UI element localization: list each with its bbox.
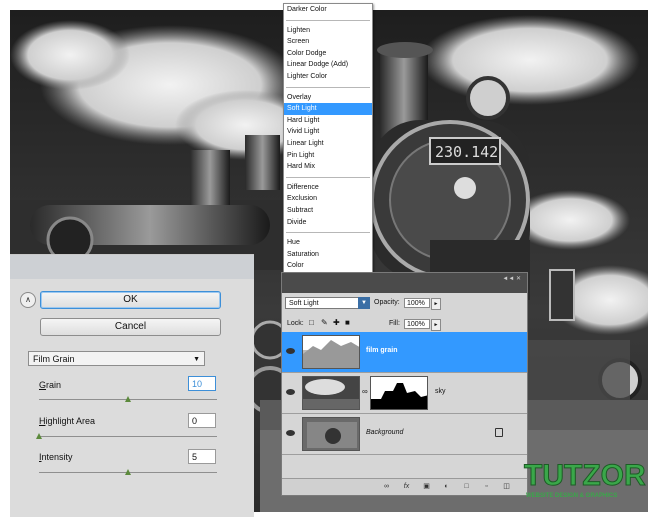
panel-menu-icon[interactable]: ◄◄ ✕ (502, 275, 521, 282)
layers-footer: ∞ fx ▣ ◐ □ ▫ ◫ (282, 478, 527, 495)
lock-transparency-icon[interactable]: □ (309, 318, 314, 327)
grain-label: Grain (39, 380, 62, 390)
blend-mode-item[interactable]: Hard Mix (284, 161, 372, 173)
blend-mode-item[interactable]: Divide (284, 217, 372, 229)
blend-mode-item[interactable]: Color Dodge (284, 48, 372, 60)
lock-label: Lock: (287, 320, 304, 327)
fill-label: Fill: (389, 320, 400, 327)
mask-link-icon[interactable]: ∞ (362, 387, 368, 396)
highlight-area-input[interactable]: 0 (188, 413, 216, 428)
blend-mode-item[interactable]: Linear Dodge (Add) (284, 59, 372, 71)
layers-panel-header: ◄◄ ✕ (282, 273, 527, 293)
blend-mode-separator (286, 86, 370, 88)
layer-thumbnail (302, 335, 360, 369)
filter-select-value: Film Grain (33, 354, 75, 364)
blend-mode-item[interactable]: Difference (284, 182, 372, 194)
highlight-area-slider-thumb[interactable] (36, 433, 42, 439)
blend-mode-item[interactable]: Vivid Light (284, 126, 372, 138)
new-layer-icon[interactable]: ▫ (482, 482, 491, 491)
lock-all-icon[interactable]: ■ (345, 318, 350, 327)
ok-button[interactable]: OK (40, 291, 221, 309)
layers-panel: ◄◄ ✕ Soft Light ▼ Opacity: 100% ► Lock: … (281, 272, 528, 496)
new-group-icon[interactable]: □ (462, 482, 471, 491)
svg-text:WEBSITE DESIGN & GRAPHICS: WEBSITE DESIGN & GRAPHICS (526, 493, 617, 499)
link-layers-icon[interactable]: ∞ (382, 482, 391, 491)
blend-mode-item[interactable]: Screen (284, 36, 372, 48)
highlight-area-slider-track[interactable] (39, 436, 217, 437)
layer-name[interactable]: film grain (366, 347, 398, 354)
svg-text:TUTZOR: TUTZOR (524, 459, 646, 492)
blend-mode-item[interactable]: Overlay (284, 92, 372, 104)
blend-mode-item[interactable]: Pin Light (284, 150, 372, 162)
highlight-area-label: Highlight Area (39, 416, 96, 426)
layer-row-sky[interactable]: ∞ sky (282, 373, 527, 414)
blend-mode-item[interactable]: Subtract (284, 205, 372, 217)
intensity-label: Intensity (39, 452, 73, 462)
collapse-chevron-icon[interactable]: ∧ (20, 292, 36, 308)
dialog-body (10, 279, 254, 517)
fill-stepper-icon[interactable]: ► (431, 319, 441, 331)
layer-thumbnail (302, 376, 360, 410)
visibility-eye-icon[interactable] (286, 348, 295, 354)
layer-mask-thumbnail[interactable] (370, 376, 428, 410)
grain-slider-thumb[interactable] (125, 396, 131, 402)
lock-move-icon[interactable]: ✚ (333, 318, 340, 327)
layer-name[interactable]: sky (435, 388, 446, 395)
trash-icon[interactable]: ◫ (502, 482, 511, 491)
blend-mode-item[interactable]: Lighter Color (284, 71, 372, 83)
visibility-eye-icon[interactable] (286, 430, 295, 436)
dialog-preview-strip (10, 255, 254, 279)
blend-mode-item[interactable]: Hard Light (284, 115, 372, 127)
blend-mode-item[interactable]: Lighten (284, 25, 372, 37)
layer-thumbnail (302, 417, 360, 451)
adjustment-layer-icon[interactable]: ◐ (442, 482, 451, 491)
fx-icon[interactable]: fx (402, 482, 411, 491)
add-mask-icon[interactable]: ▣ (422, 482, 431, 491)
blend-mode-item[interactable]: Saturation (284, 249, 372, 261)
layer-name[interactable]: Background (366, 429, 403, 436)
blend-mode-separator (286, 19, 370, 21)
grain-input[interactable]: 10 (188, 376, 216, 391)
blend-mode-dropdown-list[interactable]: Darker Color Lighten Screen Color Dodge Line… (283, 3, 373, 301)
blend-mode-item[interactable]: Color (284, 260, 372, 272)
tutzor-logo: TUTZOR WEBSITE DESIGN & GRAPHICS (524, 459, 647, 500)
blend-mode-item[interactable]: Darker Color (284, 4, 372, 16)
visibility-eye-icon[interactable] (286, 389, 295, 395)
blend-mode-item[interactable]: Hue (284, 237, 372, 249)
svg-text:230.142: 230.142 (435, 143, 498, 161)
cancel-button[interactable]: Cancel (40, 318, 221, 336)
chevron-down-icon[interactable]: ▼ (358, 297, 370, 309)
fill-input[interactable]: 100% (404, 319, 430, 329)
blend-mode-separator (286, 232, 370, 234)
blend-mode-separator (286, 176, 370, 178)
intensity-input[interactable]: 5 (188, 449, 216, 464)
filter-select[interactable]: Film Grain ▼ (28, 351, 205, 366)
chevron-down-icon: ▼ (193, 356, 200, 363)
lock-brush-icon[interactable]: ✎ (321, 318, 328, 327)
blend-mode-item[interactable]: Soft Light (284, 103, 372, 115)
blend-mode-item[interactable]: Linear Light (284, 138, 372, 150)
layer-row-film-grain[interactable]: film grain (282, 332, 527, 373)
opacity-label: Opacity: (374, 299, 400, 306)
lock-icon (495, 428, 503, 437)
layer-row-background[interactable]: Background (282, 414, 527, 455)
blend-mode-item[interactable]: Exclusion (284, 193, 372, 205)
opacity-input[interactable]: 100% (404, 298, 430, 308)
opacity-stepper-icon[interactable]: ► (431, 298, 441, 310)
intensity-slider-thumb[interactable] (125, 469, 131, 475)
